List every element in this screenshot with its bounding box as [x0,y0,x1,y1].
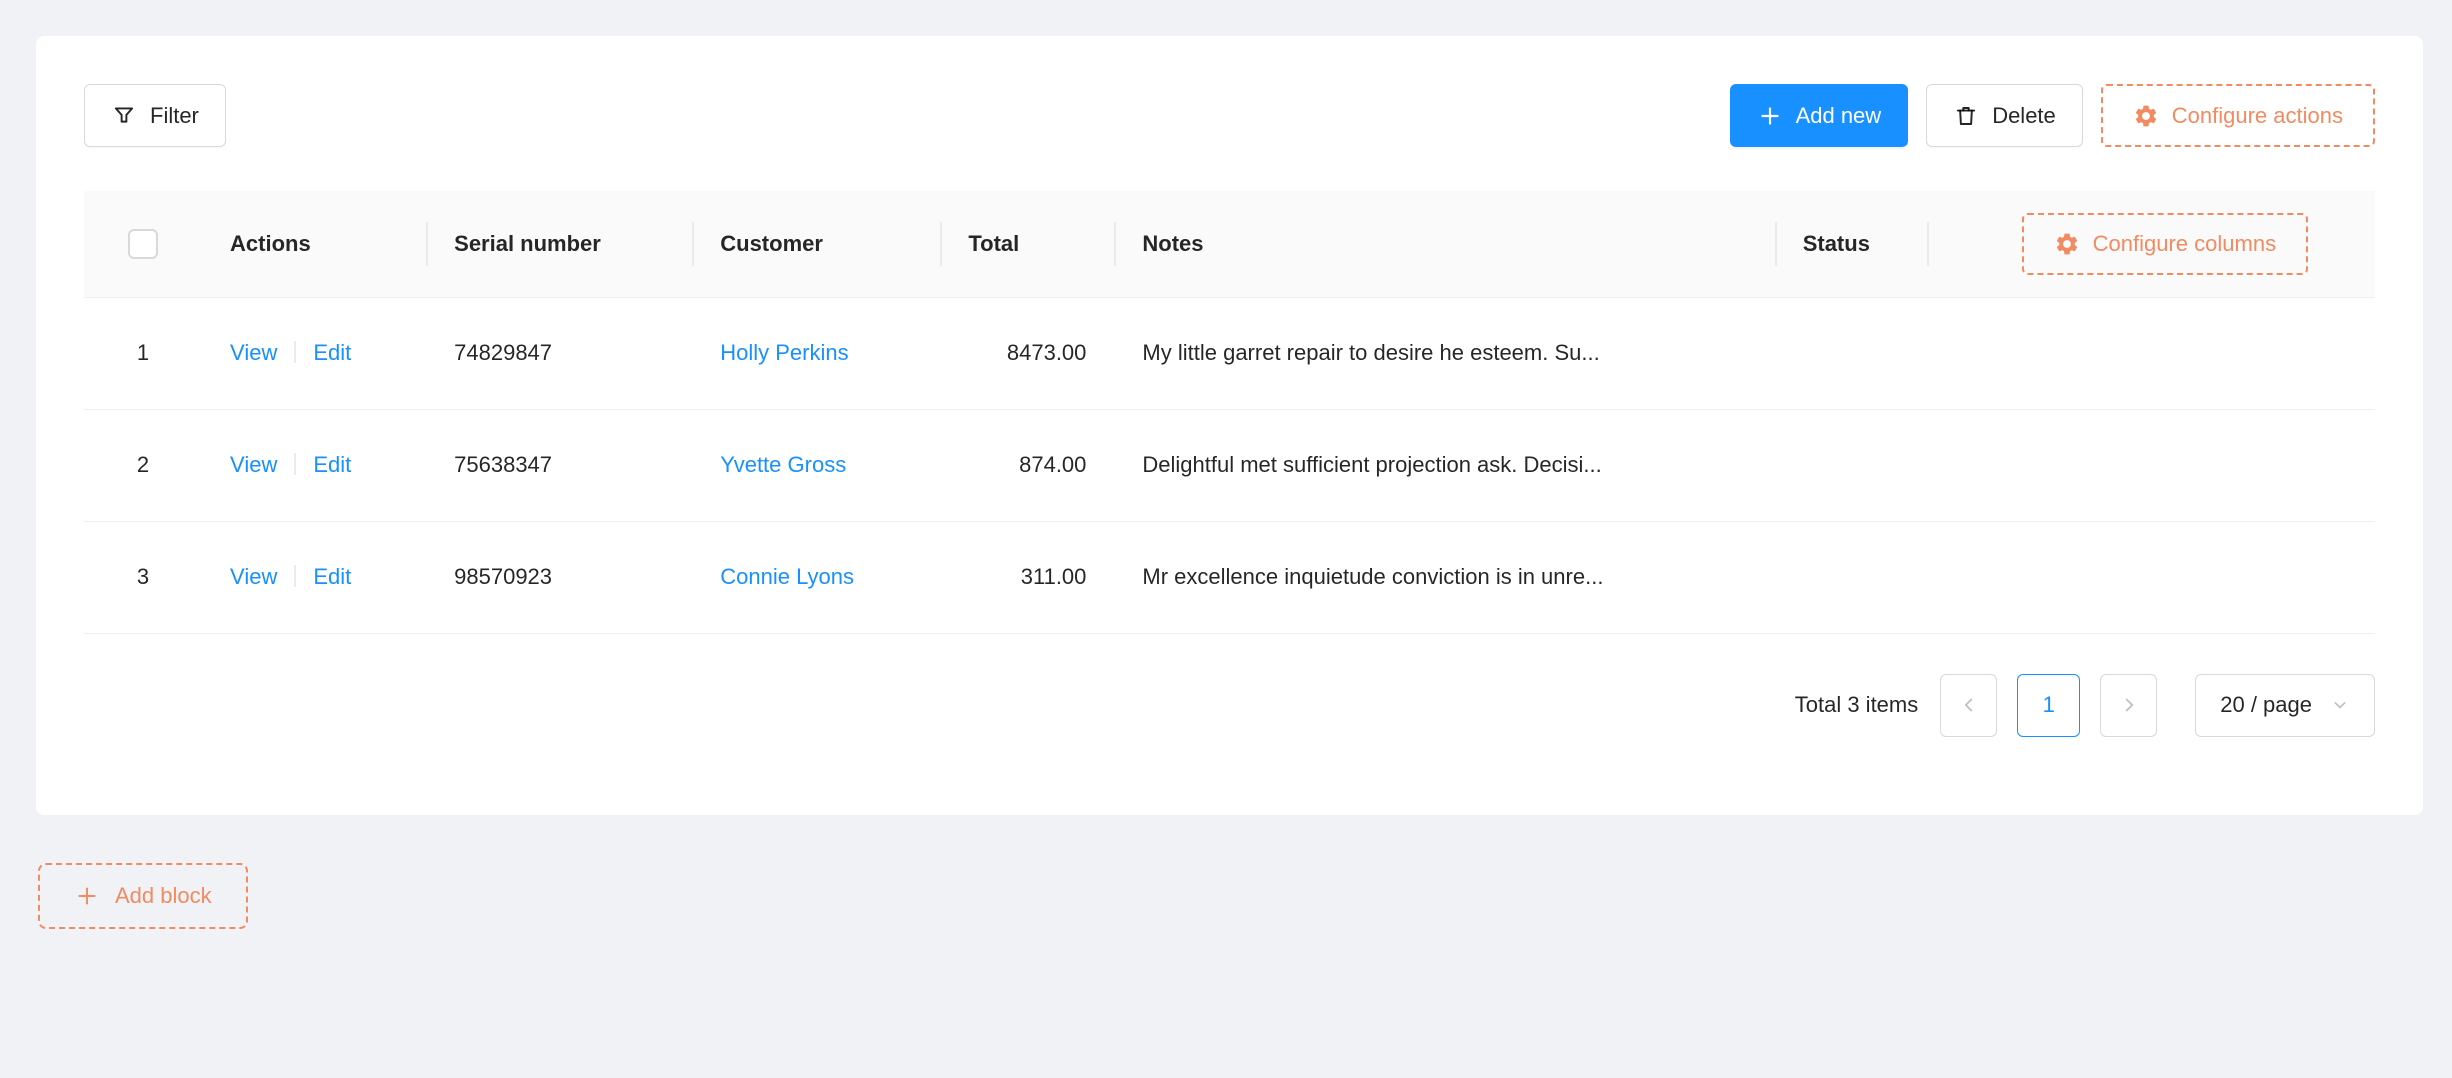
column-header-actions: Actions [202,191,426,297]
status-cell [1775,409,1927,521]
total-cell: 874.00 [940,409,1114,521]
edit-link[interactable]: Edit [313,452,351,477]
column-header-customer: Customer [692,191,940,297]
delete-button[interactable]: Delete [1926,84,2083,147]
status-cell [1775,297,1927,409]
add-block-button[interactable]: Add block [38,863,248,929]
edit-link[interactable]: Edit [313,340,351,365]
column-header-total: Total [940,191,1114,297]
delete-button-label: Delete [1992,103,2056,129]
view-link[interactable]: View [230,340,277,365]
customer-link[interactable]: Holly Perkins [720,340,848,365]
column-header-serial-number: Serial number [426,191,692,297]
add-block-row: Add block [38,863,2452,929]
pagination: Total 3 items 1 20 / page [84,674,2375,737]
column-header-status: Status [1775,191,1927,297]
notes-cell: My little garret repair to desire he est… [1114,297,1774,409]
pagination-total: Total 3 items [1795,692,1919,718]
configure-columns-button[interactable]: Configure columns [2022,213,2308,275]
view-link[interactable]: View [230,452,277,477]
configure-actions-button-label: Configure actions [2172,103,2343,129]
plus-icon [1757,103,1783,129]
table-row: 2 ViewEdit 75638347 Yvette Gross 874.00 … [84,409,2375,521]
page-size-select[interactable]: 20 / page [2195,674,2375,737]
next-page-button[interactable] [2100,674,2157,737]
gear-icon [2133,103,2159,129]
add-new-button[interactable]: Add new [1730,84,1909,147]
previous-page-button[interactable] [1940,674,1997,737]
page-size-value: 20 / page [2220,692,2312,718]
action-divider [294,565,296,587]
row-index: 2 [84,409,202,521]
chevron-right-icon [2118,694,2140,716]
configure-columns-button-label: Configure columns [2093,231,2276,257]
filter-button[interactable]: Filter [84,84,226,147]
configure-actions-button[interactable]: Configure actions [2101,84,2375,147]
serial-number-cell: 74829847 [426,297,692,409]
row-index: 1 [84,297,202,409]
column-header-notes: Notes [1114,191,1774,297]
table-row: 1 View Edit 74829847 Holly Perkins 8473.0… [84,297,2375,409]
serial-number-cell: 98570923 [426,521,692,633]
trash-icon [1953,103,1979,129]
action-divider [294,341,296,363]
customer-link[interactable]: Yvette Gross [720,452,846,477]
gear-icon [2054,231,2080,257]
filter-funnel-icon [111,103,137,129]
chevron-down-icon [2330,695,2350,715]
add-block-button-label: Add block [115,883,212,909]
chevron-left-icon [1958,694,1980,716]
row-index: 3 [84,521,202,633]
table-header-row: Actions Serial number Customer Total Not… [84,191,2375,297]
orders-table: Actions Serial number Customer Total Not… [84,191,2375,634]
page-number-button[interactable]: 1 [2017,674,2080,737]
plus-icon [74,883,100,909]
status-cell [1775,521,1927,633]
select-all-checkbox[interactable] [128,229,158,259]
action-divider [294,453,296,475]
notes-cell: Mr excellence inquietude conviction is i… [1114,521,1774,633]
filter-button-label: Filter [150,103,199,129]
customer-link[interactable]: Connie Lyons [720,564,854,589]
add-new-button-label: Add new [1796,103,1882,129]
edit-link[interactable]: Edit [313,564,351,589]
table-toolbar: Filter Add new Delete Configure actions [84,84,2375,147]
notes-cell: Delightful met sufficient projection ask… [1114,409,1774,521]
toolbar-right-group: Add new Delete Configure actions [1730,84,2375,147]
serial-number-cell: 75638347 [426,409,692,521]
total-cell: 311.00 [940,521,1114,633]
table-row: 3 ViewEdit 98570923 Connie Lyons 311.00 … [84,521,2375,633]
total-cell: 8473.00 [940,297,1114,409]
view-link[interactable]: View [230,564,277,589]
table-block-card: Filter Add new Delete Configure actions [36,36,2423,815]
